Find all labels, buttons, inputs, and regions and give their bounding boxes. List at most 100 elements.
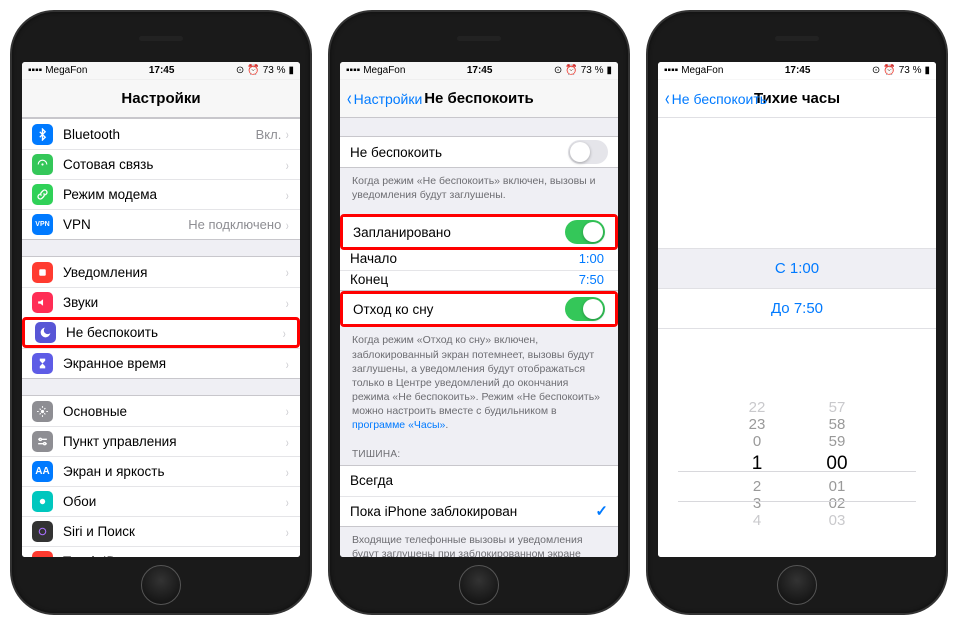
wheel-value: 01 — [829, 478, 846, 495]
row-scheduled[interactable]: Запланировано — [343, 217, 615, 247]
status-time: 17:45 — [405, 65, 553, 76]
status-bar: ▪▪▪▪ MegaFon 17:45 ⊙ ⏰ 73 % ▮ — [22, 62, 300, 80]
signal-icon: ▪▪▪▪ — [28, 65, 42, 76]
row-wallpaper[interactable]: Обои › — [22, 486, 300, 516]
phone-speaker — [457, 36, 501, 41]
row-bluetooth[interactable]: Bluetooth Вкл. › — [22, 119, 300, 149]
dnd-toggle[interactable] — [568, 140, 608, 164]
back-button[interactable]: ‹ Не беспокоить — [664, 89, 767, 109]
nav-bar: ‹ Настройки Не беспокоить — [340, 80, 618, 118]
chevron-right-icon: › — [286, 434, 289, 450]
notifications-icon — [32, 262, 53, 283]
nav-title: Не беспокоить — [424, 90, 534, 107]
row-from[interactable]: Начало 1:00 — [340, 250, 618, 270]
status-time: 17:45 — [87, 65, 235, 76]
quiet-hours-content: С 1:00 До 7:50 22 23 0 1 2 3 4 57 58 59 — [658, 118, 936, 557]
hour-wheel[interactable]: 22 23 0 1 2 3 4 — [717, 399, 797, 557]
row-display[interactable]: AA Экран и яркость › — [22, 456, 300, 486]
alarm-icon: ⏰ — [883, 65, 895, 76]
row-label: Bluetooth — [63, 127, 256, 142]
back-button[interactable]: ‹ Настройки — [346, 89, 422, 109]
row-label: Звуки — [63, 295, 285, 310]
carrier-text: MegaFon — [45, 65, 87, 76]
row-notifications[interactable]: Уведомления › — [22, 257, 300, 287]
status-bar: ▪▪▪▪ MegaFon 17:45 ⊙ ⏰ 73 % ▮ — [658, 62, 936, 80]
row-touchid[interactable]: Touch ID и код-пароль › — [22, 546, 300, 557]
row-cellular[interactable]: Сотовая связь › — [22, 149, 300, 179]
row-always[interactable]: Всегда — [340, 466, 618, 496]
lock-icon: ⊙ — [236, 65, 244, 76]
row-label: Пока iPhone заблокирован — [350, 504, 595, 519]
row-hotspot[interactable]: Режим модема › — [22, 179, 300, 209]
row-value: 1:00 — [579, 251, 604, 269]
row-label: Siri и Поиск — [63, 524, 285, 539]
wheel-value: 22 — [749, 399, 766, 416]
signal-icon: ▪▪▪▪ — [346, 65, 360, 76]
chevron-right-icon: › — [286, 464, 289, 480]
row-dnd-toggle[interactable]: Не беспокоить — [340, 137, 618, 167]
bedtime-toggle[interactable] — [565, 297, 605, 321]
to-selector[interactable]: До 7:50 — [658, 288, 936, 329]
row-label: Основные — [63, 404, 285, 419]
carrier-text: MegaFon — [363, 65, 405, 76]
chevron-right-icon: › — [286, 524, 289, 540]
footer-span: Когда режим «Отход ко сну» включен, забл… — [352, 334, 600, 417]
battery-text: 73 % — [899, 65, 922, 76]
section-header: ТИШИНА: — [340, 435, 618, 465]
link-icon — [32, 184, 53, 205]
row-screentime[interactable]: Экранное время › — [22, 348, 300, 378]
row-value: 7:50 — [579, 272, 604, 289]
home-button[interactable] — [141, 565, 181, 605]
home-button[interactable] — [459, 565, 499, 605]
wheel-value: 59 — [829, 433, 846, 450]
chevron-right-icon: › — [286, 264, 289, 280]
row-control-center[interactable]: Пункт управления › — [22, 426, 300, 456]
chevron-right-icon: › — [286, 187, 289, 203]
nav-title: Настройки — [121, 90, 200, 107]
row-siri[interactable]: Siri и Поиск › — [22, 516, 300, 546]
chevron-right-icon: › — [286, 554, 289, 558]
row-general[interactable]: Основные › — [22, 396, 300, 426]
row-vpn[interactable]: VPN VPN Не подключено › — [22, 209, 300, 239]
scheduled-toggle[interactable] — [565, 220, 605, 244]
antenna-icon — [32, 154, 53, 175]
siri-icon — [32, 521, 53, 542]
row-bedtime[interactable]: Отход ко сну — [343, 294, 615, 324]
wheel-value: 0 — [753, 433, 761, 450]
row-to[interactable]: Конец 7:50 — [340, 270, 618, 290]
row-label: Конец — [350, 272, 579, 289]
row-dnd[interactable]: Не беспокоить › — [22, 317, 300, 348]
chevron-right-icon: › — [283, 325, 286, 341]
row-while-locked[interactable]: Пока iPhone заблокирован ✓ — [340, 496, 618, 526]
footer-text: Когда режим «Не беспокоить» включен, выз… — [340, 168, 618, 204]
wheel-value: 03 — [829, 512, 846, 529]
battery-text: 73 % — [581, 65, 604, 76]
screen-quiet-hours: ▪▪▪▪ MegaFon 17:45 ⊙ ⏰ 73 % ▮ ‹ Не беспо… — [658, 62, 936, 557]
row-sounds[interactable]: Звуки › — [22, 287, 300, 317]
from-selector[interactable]: С 1:00 — [658, 248, 936, 288]
battery-text: 73 % — [263, 65, 286, 76]
row-label: Режим модема — [63, 187, 285, 202]
row-label: Начало — [350, 251, 579, 269]
gear-icon — [32, 401, 53, 422]
dnd-content[interactable]: Не беспокоить Когда режим «Не беспокоить… — [340, 118, 618, 557]
wheel-value: 02 — [829, 495, 846, 512]
footer-text: Входящие телефонные вызовы и уведомления… — [340, 527, 618, 557]
time-picker[interactable]: 22 23 0 1 2 3 4 57 58 59 00 01 02 03 — [658, 399, 936, 557]
nav-bar: Настройки — [22, 80, 300, 118]
screen-dnd: ▪▪▪▪ MegaFon 17:45 ⊙ ⏰ 73 % ▮ ‹ Настройк… — [340, 62, 618, 557]
chevron-left-icon: ‹ — [347, 89, 352, 109]
carrier-text: MegaFon — [681, 65, 723, 76]
moon-icon — [35, 322, 56, 343]
clock-app-link[interactable]: программе «Часы» — [352, 419, 445, 431]
minute-wheel[interactable]: 57 58 59 00 01 02 03 — [797, 399, 877, 557]
settings-content[interactable]: Bluetooth Вкл. › Сотовая связь › Режим м… — [22, 118, 300, 557]
chevron-right-icon: › — [286, 494, 289, 510]
wheel-value: 57 — [829, 399, 846, 416]
fingerprint-icon — [32, 551, 53, 557]
wheel-selected: 1 — [752, 450, 763, 478]
wheel-value: 4 — [753, 512, 761, 529]
home-button[interactable] — [777, 565, 817, 605]
row-label: VPN — [63, 217, 188, 232]
row-label: Touch ID и код-пароль — [63, 554, 285, 557]
